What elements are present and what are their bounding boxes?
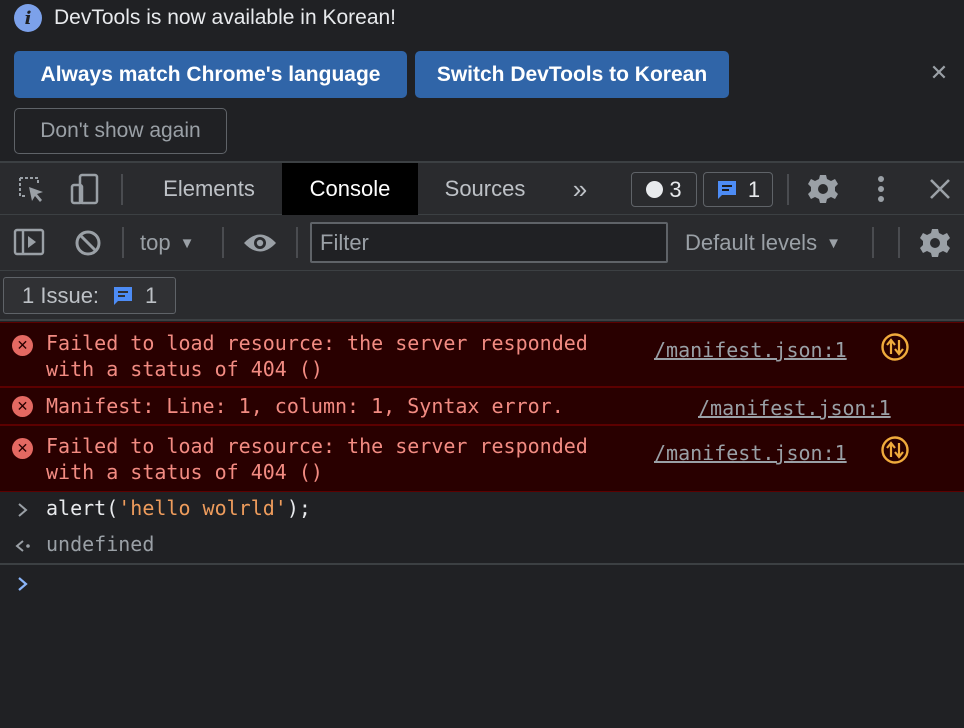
tab-sources[interactable]: Sources: [422, 163, 548, 215]
log-levels-dropdown[interactable]: Default levels ▼: [685, 225, 855, 261]
chevron-right-icon: [18, 503, 28, 517]
source-link[interactable]: /manifest.json:1: [654, 441, 847, 465]
error-text: Failed to load resource: the server resp…: [46, 434, 588, 484]
tab-console[interactable]: Console: [282, 163, 418, 215]
messages-counter[interactable]: 1: [703, 172, 773, 207]
console-settings-gear-icon[interactable]: [918, 226, 952, 260]
dropdown-arrow-icon: ▼: [179, 234, 195, 252]
source-link[interactable]: /manifest.json:1: [654, 338, 847, 362]
messages-count: 1: [747, 176, 761, 202]
console-error-message: ✕ Failed to load resource: the server re…: [0, 425, 964, 492]
console-prompt[interactable]: [0, 567, 964, 603]
issues-label: 1 Issue:: [22, 282, 100, 308]
message-icon: [114, 286, 133, 305]
context-selector[interactable]: top ▼: [140, 225, 208, 261]
inspect-element-icon[interactable]: [14, 174, 48, 204]
issues-button[interactable]: 1 Issue: 1: [3, 277, 176, 314]
console-error-message: ✕ Manifest: Line: 1, column: 1, Syntax e…: [0, 387, 964, 425]
tab-elements[interactable]: Elements: [140, 163, 278, 215]
toolbar-divider: [222, 227, 224, 258]
toolbar-divider: [898, 227, 900, 258]
chevron-double-right-icon[interactable]: »: [560, 163, 600, 215]
switch-to-korean-button[interactable]: Switch DevTools to Korean: [415, 51, 729, 98]
toolbar-divider: [121, 174, 123, 205]
close-icon[interactable]: ✕: [926, 60, 952, 86]
repl-result: undefined: [46, 532, 155, 556]
error-icon: ✕: [12, 396, 33, 417]
issues-bar: 1 Issue: 1: [0, 271, 964, 321]
console-error-message: ✕ Failed to load resource: the server re…: [0, 322, 964, 387]
repl-input-code: alert('hello wolrld');: [46, 496, 311, 520]
errors-counter[interactable]: 3: [631, 172, 697, 207]
code-string: 'hello wolrld': [118, 496, 287, 520]
dropdown-arrow-icon: ▼: [826, 234, 841, 252]
error-text: Manifest: Line: 1, column: 1, Syntax err…: [46, 394, 564, 418]
log-levels-value: Default levels: [685, 230, 818, 255]
source-link[interactable]: /manifest.json:1: [698, 396, 891, 420]
error-icon: ✕: [12, 335, 33, 356]
filter-input[interactable]: [310, 222, 668, 263]
gear-icon[interactable]: [806, 172, 840, 206]
always-match-language-button[interactable]: Always match Chrome's language: [14, 51, 407, 98]
error-dot-icon: [646, 181, 664, 198]
prompt-chevron-icon: [18, 577, 28, 591]
device-toolbar-icon[interactable]: [68, 173, 102, 205]
error-icon: ✕: [12, 438, 33, 459]
console-toolbar: top ▼ Default levels ▼: [0, 215, 964, 271]
issues-count: 1: [145, 282, 158, 308]
network-request-icon[interactable]: [880, 435, 910, 465]
toolbar-divider: [787, 174, 789, 205]
repl-input-line: alert('hello wolrld');: [0, 493, 964, 529]
toolbar-divider: [122, 227, 124, 258]
context-value: top: [140, 230, 171, 255]
code-suffix: );: [286, 496, 311, 520]
errors-count: 3: [669, 176, 682, 202]
message-icon: [717, 180, 736, 199]
error-text: Failed to load resource: the server resp…: [46, 331, 588, 381]
dont-show-again-button[interactable]: Don't show again: [14, 108, 227, 154]
repl-result-line: undefined: [0, 529, 964, 565]
result-arrow-icon: [15, 540, 30, 552]
toolbar-divider: [872, 227, 874, 258]
language-infobar: i DevTools is now available in Korean! A…: [0, 0, 964, 161]
main-toolbar: Elements Console Sources » 3 1: [0, 161, 964, 215]
sidebar-toggle-icon[interactable]: [12, 227, 46, 257]
eye-icon[interactable]: [242, 227, 278, 259]
info-icon: i: [14, 4, 42, 32]
code-prefix: alert(: [46, 496, 119, 520]
network-request-icon[interactable]: [880, 332, 910, 362]
close-devtools-icon[interactable]: [924, 173, 956, 205]
infobar-text: DevTools is now available in Korean!: [54, 6, 397, 29]
infobar-message: i DevTools is now available in Korean!: [14, 4, 396, 32]
toolbar-divider: [296, 227, 298, 258]
kebab-menu-icon[interactable]: [866, 173, 896, 205]
clear-console-icon[interactable]: [72, 227, 104, 259]
